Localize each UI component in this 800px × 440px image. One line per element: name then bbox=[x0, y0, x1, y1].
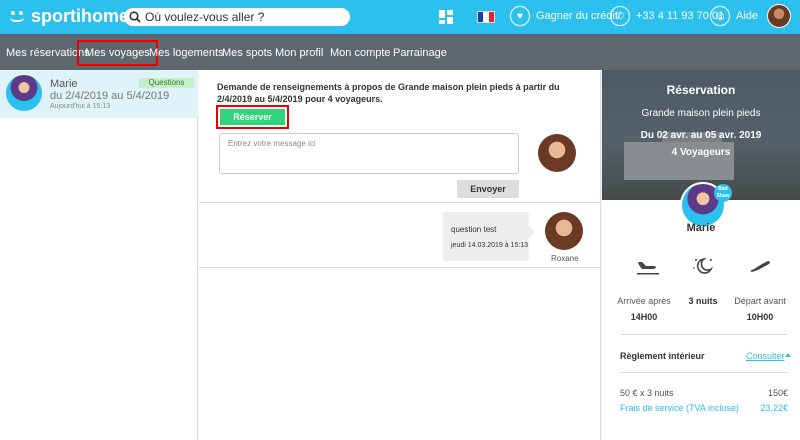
main-nav: Mes réservations Mes voyages Mes logemen… bbox=[0, 34, 800, 70]
send-button[interactable]: Envoyer bbox=[457, 180, 519, 198]
reservation-title: Réservation bbox=[666, 83, 736, 97]
plane-takeoff-icon bbox=[750, 261, 770, 272]
sportihome-logo[interactable]: sportihome bbox=[8, 6, 129, 27]
reserve-button-highlight: Réserver bbox=[216, 105, 289, 129]
caret-up-icon[interactable] bbox=[785, 353, 791, 357]
user-avatar[interactable] bbox=[767, 4, 791, 28]
nav-mes-logements[interactable]: Mes logements bbox=[149, 43, 224, 63]
arrival-value: 14H00 bbox=[630, 312, 658, 322]
avatar bbox=[6, 75, 42, 111]
reserve-button[interactable]: Réserver bbox=[220, 109, 285, 125]
help-label: Aide bbox=[736, 10, 759, 22]
reservation-panel: Réservation Grande maison plein pieds Du… bbox=[602, 70, 800, 440]
message-bubble: question test jeudi 14.03.2019 à 15:13 bbox=[443, 212, 535, 261]
conversation-item[interactable]: Marie du 2/4/2019 au 5/4/2019 Aujourd'hu… bbox=[0, 70, 198, 118]
service-fee-value: 23,22€ bbox=[760, 403, 788, 413]
service-fee-link[interactable]: Frais de service (TVA incluse) bbox=[620, 403, 739, 413]
property-name: Grande maison plein pieds bbox=[641, 108, 761, 119]
nights-label: 3 nuits bbox=[688, 296, 718, 306]
divider bbox=[199, 202, 601, 203]
price-line-value: 150€ bbox=[767, 388, 788, 398]
moon-stars-icon bbox=[693, 257, 714, 274]
price-line-label: 50 € x 3 nuits bbox=[620, 388, 674, 398]
conversation-dates: du 2/4/2019 au 5/4/2019 bbox=[50, 90, 170, 102]
phone-icon: ✆ bbox=[610, 6, 630, 26]
avatar bbox=[545, 212, 583, 250]
search-icon bbox=[129, 11, 141, 23]
rules-label: Règlement intérieur bbox=[620, 351, 705, 361]
nav-mon-profil[interactable]: Mon profil bbox=[275, 43, 323, 63]
heart-icon: ♥ bbox=[510, 6, 530, 26]
lifebuoy-icon: ◎ bbox=[710, 6, 730, 26]
nav-mes-voyages[interactable]: Mes voyages bbox=[77, 40, 158, 66]
message-timestamp: jeudi 14.03.2019 à 15:13 bbox=[451, 242, 529, 249]
search-input[interactable] bbox=[145, 10, 335, 24]
arrival-label: Arrivée après bbox=[617, 296, 671, 306]
conversation-name: Marie bbox=[50, 78, 78, 90]
host-name: Marie bbox=[686, 222, 716, 234]
message-thread: Demande de renseignements à propos de Gr… bbox=[199, 70, 601, 440]
french-flag-icon[interactable] bbox=[477, 11, 495, 23]
earn-credit-link[interactable]: ♥ Gagner du crédit bbox=[510, 6, 618, 26]
plane-landing-icon bbox=[637, 262, 659, 275]
message-author: Roxane bbox=[551, 254, 579, 263]
rules-consult-link[interactable]: Consulter bbox=[746, 351, 785, 361]
request-text: Demande de renseignements à propos de Gr… bbox=[217, 82, 560, 104]
divider bbox=[199, 267, 601, 268]
dashboard-grid-icon[interactable] bbox=[439, 10, 453, 24]
search-bar[interactable] bbox=[124, 8, 350, 26]
departure-value: 10H00 bbox=[746, 312, 774, 322]
reservation-dates: Du 02 avr. au 05 avr. 2019 bbox=[640, 130, 762, 141]
smile-logo-icon bbox=[8, 10, 28, 24]
nav-mes-spots[interactable]: Mes spots bbox=[222, 43, 272, 63]
status-badge: Questions bbox=[139, 78, 194, 88]
message-text: question test bbox=[451, 225, 497, 234]
departure-label: Départ avant bbox=[734, 296, 786, 306]
top-bar: sportihome ♥ Gagner du crédit ✆ +33 4 11… bbox=[0, 0, 800, 34]
help-link[interactable]: ◎ Aide bbox=[710, 6, 758, 26]
nav-parrainage[interactable]: Parrainage bbox=[393, 43, 447, 63]
host-badge: Bad Shaw bbox=[714, 184, 732, 202]
message-input[interactable] bbox=[219, 133, 519, 174]
avatar bbox=[538, 134, 576, 172]
credit-label: Gagner du crédit bbox=[536, 10, 618, 22]
divider bbox=[620, 334, 788, 335]
divider bbox=[620, 372, 788, 373]
conversation-list: Marie du 2/4/2019 au 5/4/2019 Aujourd'hu… bbox=[0, 70, 198, 440]
phone-link[interactable]: ✆ +33 4 11 93 70 01 bbox=[610, 6, 724, 26]
nav-mon-compte[interactable]: Mon compte bbox=[330, 43, 391, 63]
property-hero-image: Réservation Grande maison plein pieds Du… bbox=[602, 70, 800, 200]
reservation-guests: 4 Voyageurs bbox=[671, 147, 731, 158]
logo-text: sportihome bbox=[31, 6, 130, 26]
conversation-time: Aujourd'hui à 15:13 bbox=[50, 103, 111, 110]
